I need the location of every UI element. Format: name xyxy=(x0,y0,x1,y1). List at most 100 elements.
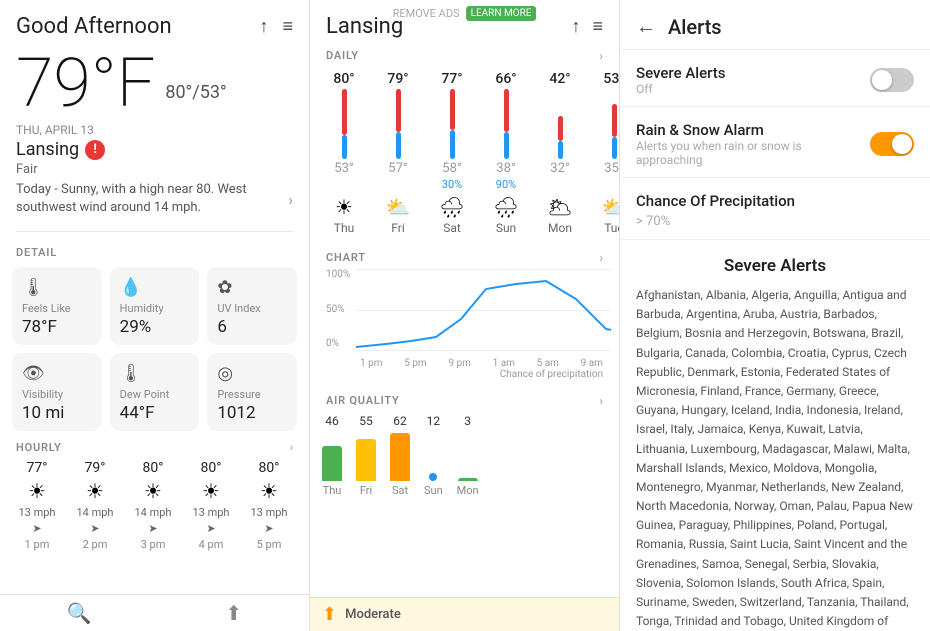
bar-low-tue xyxy=(612,137,617,159)
detail-pressure: ◎ Pressure 1012 xyxy=(207,353,297,431)
center-header-icons: ↑ ≡ xyxy=(571,16,603,37)
daily-arrow[interactable]: › xyxy=(599,49,603,63)
date: THU, APRIL 13 xyxy=(16,123,293,137)
daily-header: DAILY › xyxy=(310,45,619,67)
remove-ads-btn[interactable]: REMOVE ADS xyxy=(393,7,460,20)
daily-bar-sat xyxy=(450,89,455,159)
daily-weather-icon-sat: 🌧 xyxy=(439,195,464,219)
daily-high-sat: 77° xyxy=(441,71,462,87)
bar-low-thu xyxy=(342,135,347,160)
bar-low-fri xyxy=(396,132,401,159)
thermometer-icon: 🌡 xyxy=(22,277,45,298)
rain-snow-toggle[interactable] xyxy=(870,132,914,156)
daily-weather-icon-thu: ☀ xyxy=(335,195,353,219)
rain-snow-name: Rain & Snow Alarm xyxy=(636,121,870,139)
hourly-wind-3: 14 mph xyxy=(135,506,172,519)
hourly-scroll[interactable]: 77° ☀ 13 mph ➤ 1 pm 79° ☀ 14 mph ➤ 2 pm … xyxy=(0,460,309,559)
detail-uv: ✿ UV Index 6 xyxy=(207,267,297,345)
wind-dir-icon-4: ➤ xyxy=(206,522,215,535)
aq-arrow[interactable]: › xyxy=(599,394,603,408)
wind-dir-icon-3: ➤ xyxy=(148,522,157,535)
daily-high-mon: 42° xyxy=(549,71,570,87)
detail-dewpoint-value: 44°F xyxy=(120,403,155,423)
chart-svg xyxy=(356,269,611,351)
chart-area: 100% 50% 0% 1 pm 5 pm 9 pm 1 am 5 am xyxy=(310,269,619,369)
daily-bar-tue xyxy=(612,89,617,159)
hourly-temp-3: 80° xyxy=(143,460,164,476)
daily-low-tue: 35° xyxy=(604,161,619,176)
detail-visibility: 👁 Visibility 10 mi xyxy=(12,353,102,431)
right-panel: ← Alerts Severe Alerts Off Rain & Snow A… xyxy=(620,0,930,631)
daily-label: DAILY xyxy=(326,49,359,63)
sun-icon-2: ☀ xyxy=(86,479,104,503)
hourly-temp-4: 80° xyxy=(201,460,222,476)
toggle-knob-2 xyxy=(892,134,912,154)
aq-bar-wrap-mon xyxy=(458,431,478,481)
moderate-text: Moderate xyxy=(345,607,401,622)
sun-icon-3: ☀ xyxy=(144,479,162,503)
chart-x-9pm: 9 pm xyxy=(448,358,471,369)
severe-list-text: Afghanistan, Albania, Algeria, Anguilla,… xyxy=(636,286,914,631)
bar-high-tue xyxy=(612,104,617,137)
daily-low-sun: 38° xyxy=(496,161,515,176)
detail-humidity-value: 29% xyxy=(120,317,152,337)
back-icon[interactable]: ← xyxy=(636,14,656,39)
menu-icon[interactable]: ≡ xyxy=(592,16,603,37)
hourly-temp-1: 77° xyxy=(27,460,48,476)
share-icon[interactable]: ↑ xyxy=(259,16,268,37)
precip-value: > 70% xyxy=(636,214,914,229)
menu-icon[interactable]: ≡ xyxy=(282,16,293,37)
chart-arrow[interactable]: › xyxy=(599,251,603,265)
hourly-item: 80° ☀ 14 mph ➤ 3 pm xyxy=(128,460,178,551)
daily-item-sun: 66° 38° 90% 🌧 Sun xyxy=(484,71,528,235)
daily-low-thu: 53° xyxy=(334,161,353,176)
chart-y-0: 0% xyxy=(326,338,350,349)
aq-day-sun: Sun xyxy=(424,484,443,497)
chart-x-labels: 1 pm 5 pm 9 pm 1 am 5 am 9 am xyxy=(360,358,603,369)
up-icon[interactable]: ⬆ xyxy=(225,601,242,625)
severe-alerts-name: Severe Alerts xyxy=(636,64,726,82)
aq-bar-fri xyxy=(356,439,376,481)
detail-dewpoint-label: Dew Point xyxy=(120,388,170,401)
location-name: Lansing xyxy=(16,139,79,160)
chart-x-1am: 1 am xyxy=(493,358,515,369)
detail-feels-like-label: Feels Like xyxy=(22,302,71,315)
moderate-banner: ⬆ Moderate xyxy=(310,597,619,631)
sun-icon-4: ☀ xyxy=(202,479,220,503)
search-icon[interactable]: 🔍 xyxy=(67,601,92,625)
condition: Fair xyxy=(16,162,293,177)
ad-banner: REMOVE ADS LEARN MORE xyxy=(393,6,537,21)
alert-dot[interactable]: ! xyxy=(85,140,105,160)
hourly-wind-6: 10 mph xyxy=(309,506,310,519)
daily-day-sun: Sun xyxy=(496,221,516,235)
severe-alerts-toggle[interactable] xyxy=(870,68,914,92)
hourly-temp-5: 80° xyxy=(259,460,280,476)
dewpoint-icon: 🌡 xyxy=(120,363,143,384)
air-quality-section: AIR QUALITY › 46 Thu 55 Fri 62 xyxy=(310,390,619,501)
share-icon[interactable]: ↑ xyxy=(571,16,580,37)
daily-scroll[interactable]: 80° 53° ☀ Thu 79° 57° ⛅ Fri 77° xyxy=(310,67,619,243)
aq-bar-wrap-thu xyxy=(322,431,342,481)
header-icons: ↑ ≡ xyxy=(259,16,293,37)
hourly-header: HOURLY › xyxy=(0,431,309,460)
sun-icon-1: ☀ xyxy=(28,479,46,503)
pressure-icon: ◎ xyxy=(217,363,233,384)
detail-dewpoint: 🌡 Dew Point 44°F xyxy=(110,353,200,431)
see-more-arrow[interactable]: › xyxy=(290,441,293,454)
learn-more-btn[interactable]: LEARN MORE xyxy=(466,6,537,21)
visibility-icon: 👁 xyxy=(22,363,45,384)
aq-bars: 46 Thu 55 Fri 62 Sat 12 xyxy=(310,410,619,501)
detail-visibility-value: 10 mi xyxy=(22,403,64,423)
daily-day-mon: Mon xyxy=(548,221,572,235)
daily-day-fri: Fri xyxy=(391,221,404,235)
aq-bar-wrap-sat xyxy=(390,431,410,481)
daily-weather-icon-mon: 🌥 xyxy=(547,195,572,219)
aq-bar-mon xyxy=(458,478,478,481)
detail-pressure-label: Pressure xyxy=(217,388,260,401)
aq-day-fri: Fri xyxy=(360,484,372,497)
daily-day-sat: Sat xyxy=(443,221,461,235)
daily-high-thu: 80° xyxy=(333,71,354,87)
moderate-icon: ⬆ xyxy=(322,604,337,625)
forecast-arrow[interactable]: › xyxy=(288,190,293,209)
detail-grid: 🌡 Feels Like 78°F 💧 Humidity 29% ✿ UV In… xyxy=(0,267,309,431)
